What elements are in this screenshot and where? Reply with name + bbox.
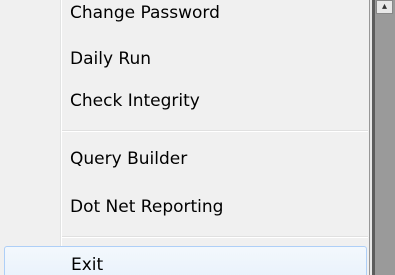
menu-item-daily-run[interactable]: Daily Run (0, 40, 368, 78)
screen: ▴ Change Password Daily Run Check Integr… (0, 0, 395, 275)
background-window (370, 0, 395, 275)
menu-item-dot-net-reporting[interactable]: Dot Net Reporting (0, 188, 368, 226)
menu-item-label: Query Builder (70, 149, 188, 169)
menu-item-label: Check Integrity (70, 91, 200, 111)
scroll-arrow-icon[interactable]: ▴ (376, 0, 393, 14)
context-menu: Change Password Daily Run Check Integrit… (0, 0, 370, 275)
menu-item-label: Change Password (70, 3, 220, 23)
menu-item-label: Exit (71, 255, 104, 275)
window-edge-shadow (372, 0, 375, 275)
menu-item-query-builder[interactable]: Query Builder (0, 140, 368, 178)
menu-item-check-integrity[interactable]: Check Integrity (0, 82, 368, 120)
menu-item-label: Dot Net Reporting (70, 197, 224, 217)
menu-item-label: Daily Run (70, 49, 152, 69)
menu-item-exit[interactable]: Exit (4, 246, 367, 275)
menu-separator (62, 130, 368, 132)
menu-item-change-password[interactable]: Change Password (0, 0, 368, 32)
menu-separator (62, 236, 368, 238)
